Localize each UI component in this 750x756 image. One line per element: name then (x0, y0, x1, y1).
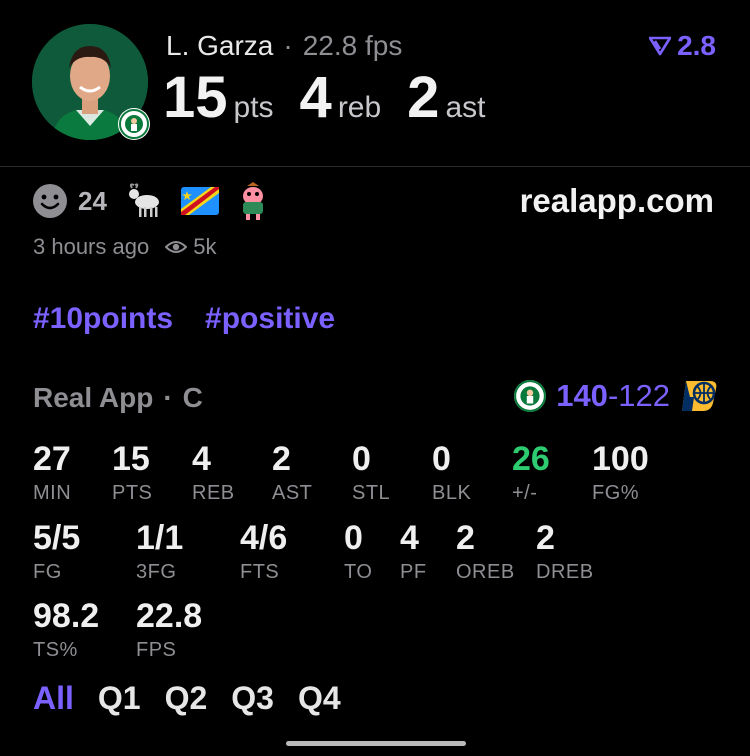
assists-value: 2 (407, 65, 440, 130)
hashtags: #10points #positive (33, 302, 335, 336)
reaction-count: 24 (78, 185, 107, 216)
stat-value: 1/1 (136, 519, 184, 557)
stat-label: 3FG (136, 561, 177, 583)
game-score[interactable]: 140-122 (514, 378, 718, 414)
points-value: 15 (163, 65, 228, 130)
stat-value: 2 (536, 519, 555, 557)
stat-pts: 15 PTS (112, 442, 152, 505)
stat-label: FTS (240, 561, 280, 583)
post-meta: 3 hours ago 5k (33, 234, 216, 260)
source-name: Real App (33, 382, 154, 413)
separator-dot: · (163, 382, 173, 413)
stat-label: PTS (112, 482, 153, 504)
stat-label: +/- (512, 482, 538, 504)
player-name[interactable]: L. Garza (166, 30, 273, 61)
post-time: 3 hours ago (33, 234, 150, 259)
stat-reb: 4 REB (192, 442, 235, 505)
stat-3fg: 1/1 3FG (136, 521, 183, 584)
rating-value: 2.8 (677, 30, 716, 61)
stat-value: 2 (272, 440, 291, 478)
stat-label: MIN (33, 482, 72, 504)
stat-value: 4 (400, 519, 419, 557)
stat-value: 0 (344, 519, 363, 557)
stat-label: FPS (136, 639, 177, 661)
celtics-logo-icon (514, 380, 547, 412)
tab-q1[interactable]: Q1 (98, 680, 141, 717)
home-indicator[interactable] (286, 741, 466, 746)
rebounds-value: 4 (299, 65, 332, 130)
tab-q4[interactable]: Q4 (298, 680, 341, 717)
stat-oreb: 2 OREB (456, 521, 515, 584)
stat-label: DREB (536, 561, 594, 583)
stat-value: 4 (192, 440, 211, 478)
rating-icon (649, 36, 672, 56)
away-score: 122 (618, 378, 670, 413)
stat-blk: 0 BLK (432, 442, 471, 505)
celtics-logo-icon (118, 108, 150, 140)
assists-label: ast (445, 91, 486, 124)
stat-label: OREB (456, 561, 515, 583)
stat-label: TS% (33, 639, 78, 661)
stat-value: 4/6 (240, 519, 288, 557)
stat-fg: 5/5 FG (33, 521, 80, 584)
stat-pf: 4 PF (400, 521, 427, 584)
separator-dot: · (283, 30, 293, 61)
stat-value: 22.8 (136, 597, 203, 635)
stat-value: 98.2 (33, 597, 100, 635)
hashtag-positive[interactable]: #positive (205, 302, 335, 336)
home-score: 140 (556, 378, 608, 413)
smiley-icon (33, 184, 67, 218)
stat-fts: 4/6 FTS (240, 521, 287, 584)
stat-fps: 22.8 FPS (136, 599, 202, 662)
quarter-tabs: All Q1 Q2 Q3 Q4 (33, 680, 341, 717)
stat-min: 27 MIN (33, 442, 71, 505)
stat-value: 100 (592, 440, 649, 478)
dr-congo-flag-icon[interactable] (180, 187, 219, 215)
stat-label: AST (272, 482, 313, 504)
stat-value: 2 (456, 519, 475, 557)
views-count: 5k (165, 234, 216, 260)
hashtag-10points[interactable]: #10points (33, 302, 173, 336)
views-value: 5k (193, 234, 217, 259)
stat-dreb: 2 DREB (536, 521, 594, 584)
headline-stats: 15 pts 4 reb 2 ast (163, 64, 511, 131)
stat-label: FG (33, 561, 62, 583)
tab-all[interactable]: All (33, 680, 74, 717)
stat-value: 0 (352, 440, 371, 478)
stat-value: 5/5 (33, 519, 81, 557)
stat-label: PF (400, 561, 427, 583)
stat-stl: 0 STL (352, 442, 390, 505)
tab-q2[interactable]: Q2 (165, 680, 208, 717)
stat-value: 26 (512, 440, 550, 478)
reactions-row: 24 (32, 182, 269, 220)
stat-value: 27 (33, 440, 71, 478)
character-emoji-icon[interactable] (237, 182, 269, 220)
rating-badge[interactable]: 2.8 (649, 30, 716, 62)
stat-label: REB (192, 482, 235, 504)
pacers-logo-icon (682, 381, 717, 411)
stat-to: 0 TO (344, 521, 372, 584)
goat-emoji-icon[interactable] (125, 182, 163, 220)
player-title: L. Garza · 22.8 fps (166, 30, 402, 62)
stat-ts-pct: 98.2 TS% (33, 599, 99, 662)
player-position: C (182, 382, 203, 413)
reaction-count-button[interactable]: 24 (32, 183, 107, 219)
player-fps: 22.8 fps (302, 30, 403, 61)
header-divider (0, 166, 750, 167)
rebounds-label: reb (337, 91, 382, 124)
stat-label: STL (352, 482, 391, 504)
tab-q3[interactable]: Q3 (231, 680, 274, 717)
stat-value: 15 (112, 440, 150, 478)
stat-plus-minus: 26 +/- (512, 442, 550, 505)
eye-icon (165, 241, 188, 253)
stat-value: 0 (432, 440, 451, 478)
stat-label: BLK (432, 482, 472, 504)
stat-label: FG% (592, 482, 640, 504)
stat-ast: 2 AST (272, 442, 312, 505)
stat-fg-pct: 100 FG% (592, 442, 649, 505)
points-label: pts (233, 91, 274, 124)
game-source-row: Real App · C (33, 382, 203, 414)
site-link[interactable]: realapp.com (520, 182, 714, 220)
stat-label: TO (344, 561, 373, 583)
